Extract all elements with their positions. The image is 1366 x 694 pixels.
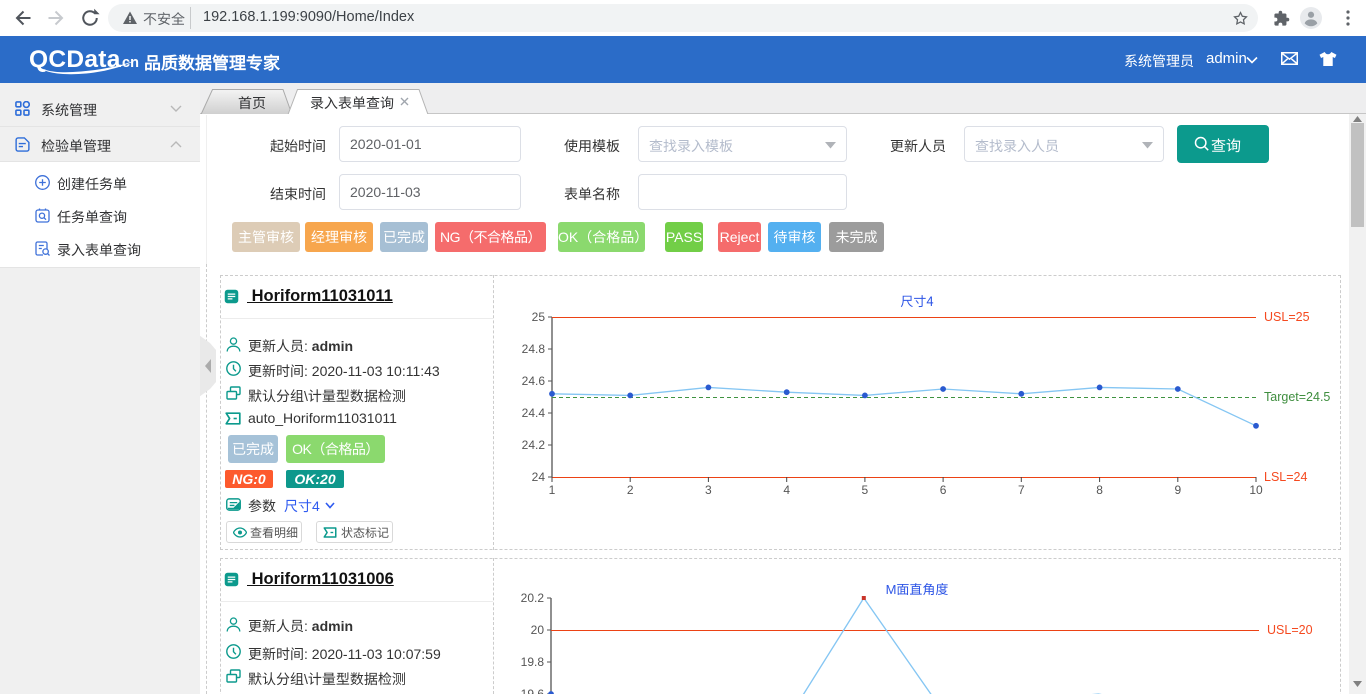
svg-text:6: 6 [940, 483, 947, 497]
svg-text:1: 1 [549, 483, 556, 497]
svg-text:3: 3 [705, 483, 712, 497]
svg-text:Target=24.5: Target=24.5 [1264, 390, 1330, 404]
svg-text:20.2: 20.2 [521, 591, 545, 605]
svg-text:10: 10 [1249, 483, 1263, 497]
svg-text:USL=25: USL=25 [1264, 310, 1310, 324]
svg-text:24.8: 24.8 [522, 342, 546, 356]
svg-text:USL=20: USL=20 [1267, 623, 1313, 637]
svg-text:4: 4 [783, 483, 790, 497]
svg-text:24: 24 [532, 470, 546, 484]
svg-text:24.4: 24.4 [522, 406, 546, 420]
svg-text:尺寸4: 尺寸4 [900, 291, 933, 310]
svg-text:24.2: 24.2 [522, 438, 546, 452]
svg-text:M面直角度: M面直角度 [886, 579, 949, 598]
svg-text:5: 5 [862, 483, 869, 497]
svg-text:24.6: 24.6 [522, 374, 546, 388]
svg-text:7: 7 [1018, 483, 1025, 497]
svg-text:LSL=24: LSL=24 [1264, 470, 1307, 484]
svg-text:25: 25 [532, 310, 546, 324]
svg-text:8: 8 [1096, 483, 1103, 497]
svg-text:19.6: 19.6 [521, 687, 545, 694]
svg-text:9: 9 [1174, 483, 1181, 497]
svg-text:20: 20 [531, 623, 545, 637]
svg-text:19.8: 19.8 [521, 655, 545, 669]
svg-text:2: 2 [627, 483, 634, 497]
